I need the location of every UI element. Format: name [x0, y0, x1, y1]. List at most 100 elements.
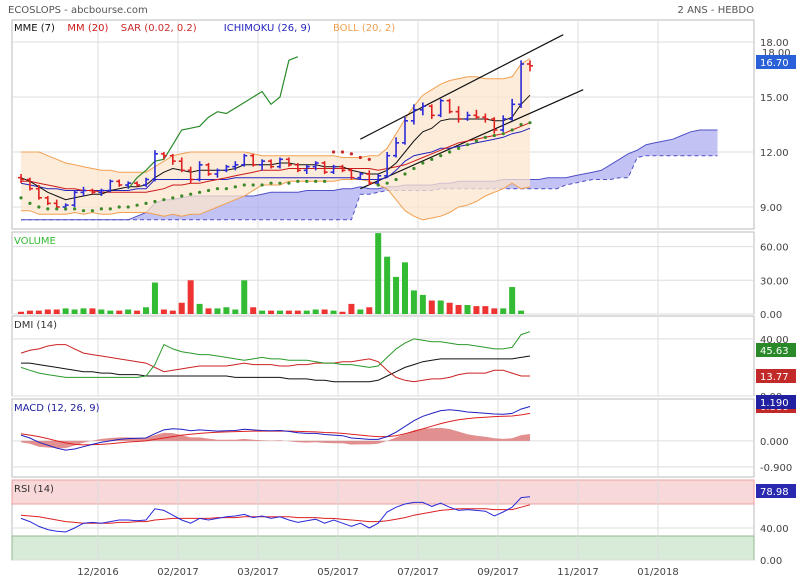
volume-bar: [44, 309, 51, 314]
volume-bar: [35, 310, 42, 314]
sar-dot: [465, 143, 470, 147]
rsi-legend-item: RSI (14): [14, 484, 54, 495]
volume-bar: [214, 308, 221, 314]
sar-dot: [394, 177, 398, 182]
price-last-box-value: 16.70: [760, 58, 789, 69]
sar-dot: [376, 183, 380, 187]
sar-dot: [198, 190, 202, 194]
volume-bar: [285, 310, 292, 314]
x-tick-label: 09/2017: [477, 567, 519, 578]
volume-bar: [321, 309, 328, 314]
volume-bar: [455, 305, 462, 314]
price-legend-item: BOLL (20, 2): [333, 23, 395, 34]
volume-bar: [160, 309, 167, 314]
macd-panel: -0.9000.000MACD (12, 26, 9)0.8801.190: [11, 395, 796, 478]
volume-bar: [232, 309, 239, 314]
volume-bar: [339, 311, 346, 314]
macd-last-box-value: 1.190: [760, 398, 789, 409]
volume-bar: [223, 307, 230, 314]
macd-legend-item: MACD (12, 26, 9): [14, 403, 100, 414]
volume-bar: [187, 280, 194, 314]
volume-bar: [80, 308, 87, 314]
volume-bar: [491, 308, 498, 314]
sar-dot: [519, 122, 523, 127]
sar-dot: [153, 199, 157, 204]
volume-bar: [178, 302, 185, 314]
x-tick-label: 02/2017: [157, 567, 199, 578]
sar-dot: [117, 205, 121, 209]
volume-bar: [259, 310, 266, 314]
sar-dot: [421, 161, 425, 165]
price-panel: 9.00 12.00 15.00 18.00 MME (7) MM (20) SAR (0.…: [11, 19, 796, 230]
sar-dot: [456, 146, 461, 150]
volume-bar: [143, 307, 150, 314]
volume-bar: [312, 309, 319, 314]
volume-bar: [509, 287, 516, 314]
price-legend-item: SAR (0.02, 0.2): [121, 23, 197, 34]
sar-dot: [171, 196, 175, 200]
price-y-tick-label: 12.00: [760, 148, 789, 159]
volume-bar: [303, 310, 310, 314]
sar-dot: [242, 183, 246, 187]
volume-bar: [169, 310, 176, 314]
volume-y-tick-label: 60.00: [760, 243, 789, 254]
dmi-panel: 0.0040.00DMI (14)45.6313.77: [11, 315, 796, 403]
x-tick-label: 05/2017: [317, 567, 359, 578]
sar-dot: [439, 154, 443, 158]
rsi-panel: 0.00 40.00 RSI (14) 78.98: [11, 479, 796, 567]
volume-bar: [357, 309, 364, 314]
sar-dot: [233, 185, 237, 189]
sar-dot: [46, 207, 50, 211]
sar-dot: [90, 209, 95, 213]
volume-bar: [384, 256, 391, 314]
sar-dot: [251, 183, 255, 187]
volume-bar: [151, 282, 158, 314]
volume-bar: [268, 310, 275, 314]
dmi-plus-last-box-value: 45.63: [760, 346, 789, 357]
x-tick-label: 12/2016: [77, 567, 119, 578]
volume-bar: [250, 307, 257, 314]
volume-bar: [366, 307, 373, 314]
volume-bar: [107, 310, 114, 314]
volume-bar: [26, 310, 33, 314]
rsi-y-tick-label: 40.00: [760, 524, 789, 535]
sar-dot: [55, 207, 59, 211]
sar-dot: [474, 139, 479, 143]
sar-dot: [215, 187, 220, 191]
sar-dot: [492, 133, 496, 138]
volume-bar: [500, 308, 507, 314]
sar-dot: [358, 155, 362, 160]
sar-dot: [162, 198, 166, 202]
sar-dot: [126, 205, 130, 209]
sar-dot: [81, 209, 86, 213]
sar-dot: [305, 179, 309, 183]
sar-dot: [180, 194, 184, 198]
rsi-last-box-value: 78.98: [760, 487, 789, 498]
sar-dot: [448, 150, 452, 154]
volume-bar: [473, 306, 480, 314]
price-legend-item: ICHIMOKU (26, 9): [224, 23, 311, 34]
sar-dot: [64, 207, 68, 211]
macd-y-tick-label: -0.900: [760, 463, 792, 474]
volume-bar: [375, 233, 382, 314]
sar-dot: [367, 157, 371, 161]
volume-bar: [401, 262, 408, 314]
volume-y-tick-label: 0.00: [760, 310, 782, 321]
sar-dot: [331, 150, 336, 154]
sar-dot: [501, 132, 505, 136]
volume-frame: [11, 231, 755, 315]
volume-bar: [53, 309, 60, 314]
sar-dot: [340, 150, 345, 154]
volume-legend-item: VOLUME: [14, 236, 56, 247]
rsi-y-tick-label: 0.00: [760, 556, 782, 567]
volume-bar: [419, 294, 426, 314]
sar-dot: [528, 121, 532, 125]
sar-dot: [144, 201, 148, 205]
dmi-legend-item: DMI (14): [14, 320, 57, 331]
sar-dot: [108, 207, 112, 211]
volume-bar: [71, 309, 78, 314]
price-y-tick-label: 15.00: [760, 93, 789, 104]
volume-bar: [116, 310, 123, 314]
volume-bar: [125, 309, 132, 314]
sar-dot: [385, 181, 389, 185]
